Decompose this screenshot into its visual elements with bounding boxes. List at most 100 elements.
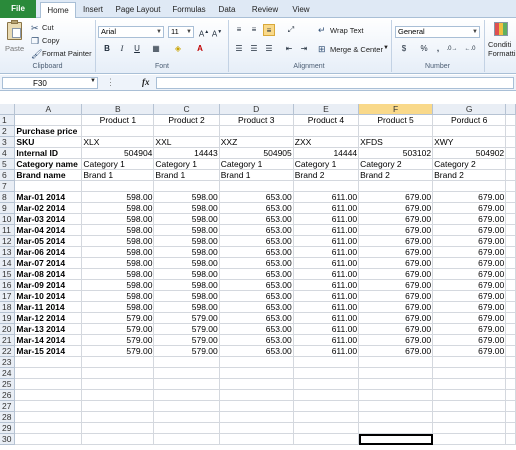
cell-g11[interactable]: 679.00 (432, 224, 507, 236)
cell-a6[interactable]: Brand name (14, 169, 83, 181)
cell-g14[interactable]: 679.00 (432, 257, 507, 269)
cell-e26[interactable] (293, 389, 360, 401)
cell-partial[interactable] (505, 356, 516, 368)
cell-partial[interactable] (505, 323, 516, 335)
cell-c30[interactable] (153, 433, 220, 445)
cell-f27[interactable] (358, 400, 434, 412)
italic-button[interactable]: I (116, 43, 128, 55)
row-header[interactable]: 11 (0, 224, 16, 236)
cell-g2[interactable] (432, 125, 507, 137)
row-header[interactable]: 30 (0, 433, 16, 445)
cell-c29[interactable] (153, 422, 220, 434)
cell-f28[interactable] (358, 411, 434, 423)
cell-e24[interactable] (293, 367, 360, 379)
currency-button[interactable]: $ (398, 43, 410, 55)
cell-b14[interactable]: 598.00 (81, 257, 155, 269)
column-header-f[interactable]: F (358, 104, 434, 115)
cell-g9[interactable]: 679.00 (432, 202, 507, 214)
cell-d14[interactable]: 653.00 (219, 257, 294, 269)
cell-g13[interactable]: 679.00 (432, 246, 507, 258)
cell-partial[interactable] (505, 257, 516, 269)
cell-c25[interactable] (153, 378, 220, 390)
align-middle-icon[interactable]: ≡ (248, 24, 260, 36)
cell-a9[interactable]: Mar-02 2014 (14, 202, 83, 214)
cell-d30[interactable] (219, 433, 294, 445)
cell-c26[interactable] (153, 389, 220, 401)
row-header[interactable]: 26 (0, 389, 16, 401)
increase-indent-icon[interactable]: ⇥ (298, 43, 310, 55)
decrease-decimal-icon[interactable]: ←.0 (464, 43, 476, 55)
row-header[interactable]: 18 (0, 301, 16, 313)
cell-g30[interactable] (432, 433, 507, 445)
select-all-corner[interactable] (0, 104, 16, 115)
tab-insert[interactable]: Insert (78, 2, 108, 18)
cell-c14[interactable]: 598.00 (153, 257, 220, 269)
cell-c23[interactable] (153, 356, 220, 368)
grow-font-icon[interactable]: A▲ (198, 26, 210, 39)
cell-c7[interactable] (153, 180, 220, 192)
cell-d11[interactable]: 653.00 (219, 224, 294, 236)
cell-b3[interactable]: XLX (81, 136, 155, 148)
cell-d8[interactable]: 653.00 (219, 191, 294, 203)
cell-partial[interactable] (505, 224, 516, 236)
cell-f19[interactable]: 679.00 (358, 312, 434, 324)
cell-f29[interactable] (358, 422, 434, 434)
cell-e8[interactable]: 611.00 (293, 191, 360, 203)
cell-e15[interactable]: 611.00 (293, 268, 360, 280)
cell-g22[interactable]: 679.00 (432, 345, 507, 357)
column-header-partial[interactable] (505, 104, 516, 115)
cell-d28[interactable] (219, 411, 294, 423)
cell-f11[interactable]: 679.00 (358, 224, 434, 236)
row-header[interactable]: 3 (0, 136, 16, 148)
cell-partial[interactable] (505, 279, 516, 291)
cell-d2[interactable] (219, 125, 294, 137)
cell-f15[interactable]: 679.00 (358, 268, 434, 280)
cell-b19[interactable]: 579.00 (81, 312, 155, 324)
row-header[interactable]: 2 (0, 125, 16, 137)
cell-g23[interactable] (432, 356, 507, 368)
cell-a20[interactable]: Mar-13 2014 (14, 323, 83, 335)
row-header[interactable]: 20 (0, 323, 16, 335)
formula-cancel-icon[interactable]: ⋮ (106, 77, 115, 88)
cell-b9[interactable]: 598.00 (81, 202, 155, 214)
cell-g19[interactable]: 679.00 (432, 312, 507, 324)
cell-partial[interactable] (505, 367, 516, 379)
cell-g6[interactable]: Brand 2 (432, 169, 507, 181)
cell-a19[interactable]: Mar-12 2014 (14, 312, 83, 324)
align-top-icon[interactable]: ≡ (233, 24, 245, 36)
cell-f24[interactable] (358, 367, 434, 379)
insert-function-button[interactable]: fx (142, 77, 150, 87)
cell-f17[interactable]: 679.00 (358, 290, 434, 302)
cell-a14[interactable]: Mar-07 2014 (14, 257, 83, 269)
cell-d27[interactable] (219, 400, 294, 412)
cell-b28[interactable] (81, 411, 155, 423)
cell-e3[interactable]: ZXX (293, 136, 360, 148)
align-center-icon[interactable]: ☰ (248, 43, 260, 55)
cell-a2[interactable]: Purchase price (14, 125, 83, 137)
cell-g16[interactable]: 679.00 (432, 279, 507, 291)
cell-partial[interactable] (505, 191, 516, 203)
column-header-c[interactable]: C (153, 104, 220, 115)
cell-partial[interactable] (505, 136, 516, 148)
cell-b11[interactable]: 598.00 (81, 224, 155, 236)
chevron-down-icon[interactable]: ▼ (90, 78, 96, 84)
borders-icon[interactable]: ▦ (150, 43, 162, 55)
cell-e2[interactable] (293, 125, 360, 137)
cell-c15[interactable]: 598.00 (153, 268, 220, 280)
fill-color-icon[interactable]: ◈ (172, 43, 184, 55)
row-header[interactable]: 8 (0, 191, 16, 203)
bold-button[interactable]: B (101, 43, 113, 55)
cell-a26[interactable] (14, 389, 83, 401)
cell-d19[interactable]: 653.00 (219, 312, 294, 324)
cell-partial[interactable] (505, 147, 516, 159)
cell-partial[interactable] (505, 433, 516, 445)
cell-c13[interactable]: 598.00 (153, 246, 220, 258)
cell-c17[interactable]: 598.00 (153, 290, 220, 302)
row-header[interactable]: 6 (0, 169, 16, 181)
cell-e17[interactable]: 611.00 (293, 290, 360, 302)
cell-a25[interactable] (14, 378, 83, 390)
column-header-d[interactable]: D (219, 104, 294, 115)
row-header[interactable]: 17 (0, 290, 16, 302)
cell-a24[interactable] (14, 367, 83, 379)
cell-b4[interactable]: 504904 (81, 147, 155, 159)
